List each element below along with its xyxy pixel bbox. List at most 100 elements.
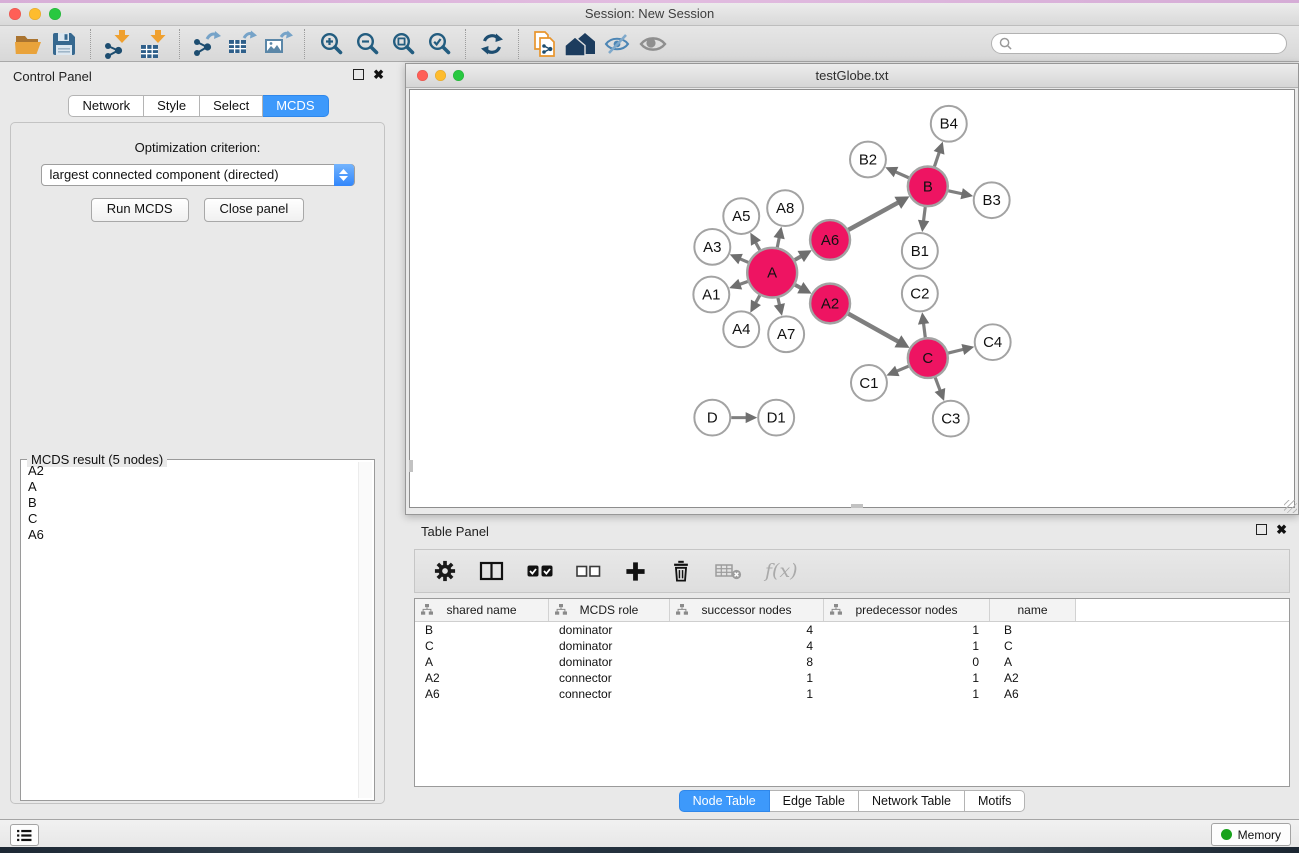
task-history-button[interactable] bbox=[10, 824, 39, 846]
splitter-handle[interactable] bbox=[409, 460, 413, 472]
cell-successor-nodes[interactable]: 1 bbox=[670, 670, 824, 686]
cell-shared-name[interactable]: C bbox=[415, 638, 549, 654]
tab-edge-table[interactable]: Edge Table bbox=[770, 790, 859, 812]
tab-network-table[interactable]: Network Table bbox=[859, 790, 965, 812]
tab-node-table[interactable]: Node Table bbox=[679, 790, 770, 812]
cell-successor-nodes[interactable]: 8 bbox=[670, 654, 824, 670]
cell-predecessor-nodes[interactable]: 1 bbox=[824, 622, 990, 638]
settings-gear-icon[interactable] bbox=[434, 556, 456, 586]
table-row[interactable]: A6connector11A6 bbox=[415, 686, 1289, 702]
network-document-icon[interactable] bbox=[527, 28, 563, 60]
edge-A-A8[interactable] bbox=[774, 227, 785, 248]
delete-selected-icon[interactable] bbox=[670, 556, 692, 586]
close-panel-button[interactable]: Close panel bbox=[204, 198, 305, 222]
close-panel-icon[interactable]: ✖ bbox=[373, 69, 384, 80]
export-image-icon[interactable] bbox=[260, 28, 296, 60]
create-column-icon[interactable] bbox=[624, 556, 647, 586]
run-mcds-button[interactable]: Run MCDS bbox=[91, 198, 189, 222]
cell-predecessor-nodes[interactable]: 0 bbox=[824, 654, 990, 670]
cell-predecessor-nodes[interactable]: 1 bbox=[824, 670, 990, 686]
edge-A-A5[interactable] bbox=[750, 233, 761, 250]
graph-node-A4[interactable]: A4 bbox=[723, 311, 759, 347]
edge-B-B1[interactable] bbox=[918, 207, 929, 232]
cell-successor-nodes[interactable]: 4 bbox=[670, 622, 824, 638]
cell-name[interactable]: A2 bbox=[990, 670, 1076, 686]
edge-A2-C[interactable] bbox=[848, 314, 909, 348]
graph-node-B1[interactable]: B1 bbox=[902, 233, 938, 269]
edge-C-C3[interactable] bbox=[935, 378, 946, 401]
edge-A-A3[interactable] bbox=[730, 254, 749, 264]
tab-motifs[interactable]: Motifs bbox=[965, 790, 1025, 812]
column-header-predecessor-nodes[interactable]: predecessor nodes bbox=[824, 599, 990, 621]
close-window-button[interactable] bbox=[9, 8, 21, 20]
home-icon[interactable] bbox=[563, 28, 599, 60]
network-close-button[interactable] bbox=[417, 70, 428, 81]
resize-grip[interactable] bbox=[1284, 500, 1297, 513]
edge-B-B2[interactable] bbox=[885, 167, 908, 178]
graph-node-A8[interactable]: A8 bbox=[767, 190, 803, 226]
graph-node-A6[interactable]: A6 bbox=[810, 220, 850, 260]
edge-A-A2[interactable] bbox=[795, 282, 812, 294]
result-scrollbar[interactable] bbox=[358, 462, 372, 798]
edge-D-D1[interactable] bbox=[731, 412, 757, 423]
cell-successor-nodes[interactable]: 1 bbox=[670, 686, 824, 702]
cell-shared-name[interactable]: A6 bbox=[415, 686, 549, 702]
import-table-icon[interactable] bbox=[135, 28, 171, 60]
network-zoom-button[interactable] bbox=[453, 70, 464, 81]
cell-name[interactable]: A6 bbox=[990, 686, 1076, 702]
zoom-window-button[interactable] bbox=[49, 8, 61, 20]
column-header-name[interactable]: name bbox=[990, 599, 1076, 621]
float-table-panel-icon[interactable] bbox=[1256, 524, 1267, 535]
edge-A-A7[interactable] bbox=[774, 298, 785, 316]
graph-node-C[interactable]: C bbox=[908, 338, 948, 378]
network-minimize-button[interactable] bbox=[435, 70, 446, 81]
cell-MCDS-role[interactable]: dominator bbox=[549, 638, 670, 654]
result-item[interactable]: A2 bbox=[24, 463, 371, 479]
table-row[interactable]: Bdominator41B bbox=[415, 622, 1289, 638]
graph-node-C1[interactable]: C1 bbox=[851, 365, 887, 401]
tab-style[interactable]: Style bbox=[144, 95, 200, 117]
graph-node-B2[interactable]: B2 bbox=[850, 142, 886, 178]
export-network-icon[interactable] bbox=[188, 28, 224, 60]
cell-predecessor-nodes[interactable]: 1 bbox=[824, 686, 990, 702]
cell-name[interactable]: B bbox=[990, 622, 1076, 638]
column-header-shared-name[interactable]: shared name bbox=[415, 599, 549, 621]
edge-C-C1[interactable] bbox=[886, 366, 908, 376]
table-row[interactable]: A2connector11A2 bbox=[415, 670, 1289, 686]
graph-node-C2[interactable]: C2 bbox=[902, 276, 938, 312]
edge-C-C2[interactable] bbox=[918, 312, 929, 337]
cell-shared-name[interactable]: A bbox=[415, 654, 549, 670]
import-network-icon[interactable] bbox=[99, 28, 135, 60]
table-row[interactable]: Cdominator41C bbox=[415, 638, 1289, 654]
table-row[interactable]: Adominator80A bbox=[415, 654, 1289, 670]
close-table-panel-icon[interactable]: ✖ bbox=[1276, 524, 1287, 535]
column-header-MCDS-role[interactable]: MCDS role bbox=[549, 599, 670, 621]
search-input[interactable] bbox=[991, 33, 1287, 54]
zoom-in-icon[interactable] bbox=[313, 28, 349, 60]
graph-node-D[interactable]: D bbox=[694, 400, 730, 436]
graph-node-A2[interactable]: A2 bbox=[810, 284, 850, 324]
edge-A-A1[interactable] bbox=[729, 279, 748, 290]
edge-A6-B[interactable] bbox=[848, 196, 909, 229]
edge-B-B4[interactable] bbox=[934, 142, 945, 167]
criterion-select[interactable]: largest connected component (directed) bbox=[41, 164, 355, 186]
show-panel-icon[interactable] bbox=[635, 28, 671, 60]
network-window-titlebar[interactable]: testGlobe.txt bbox=[406, 64, 1298, 88]
column-header-successor-nodes[interactable]: successor nodes bbox=[670, 599, 824, 621]
cell-MCDS-role[interactable]: connector bbox=[549, 686, 670, 702]
tab-mcds[interactable]: MCDS bbox=[263, 95, 328, 117]
cell-MCDS-role[interactable]: dominator bbox=[549, 654, 670, 670]
cell-MCDS-role[interactable]: connector bbox=[549, 670, 670, 686]
cell-name[interactable]: C bbox=[990, 638, 1076, 654]
tab-network[interactable]: Network bbox=[68, 95, 144, 117]
edge-A-A6[interactable] bbox=[795, 250, 812, 262]
float-panel-icon[interactable] bbox=[353, 69, 364, 80]
graph-node-C3[interactable]: C3 bbox=[933, 401, 969, 437]
split-panel-icon[interactable] bbox=[479, 556, 504, 586]
open-session-icon[interactable] bbox=[10, 28, 46, 60]
cell-predecessor-nodes[interactable]: 1 bbox=[824, 638, 990, 654]
graph-node-B3[interactable]: B3 bbox=[974, 182, 1010, 218]
cell-shared-name[interactable]: B bbox=[415, 622, 549, 638]
edge-C-C4[interactable] bbox=[948, 344, 974, 355]
graph-node-C4[interactable]: C4 bbox=[975, 324, 1011, 360]
